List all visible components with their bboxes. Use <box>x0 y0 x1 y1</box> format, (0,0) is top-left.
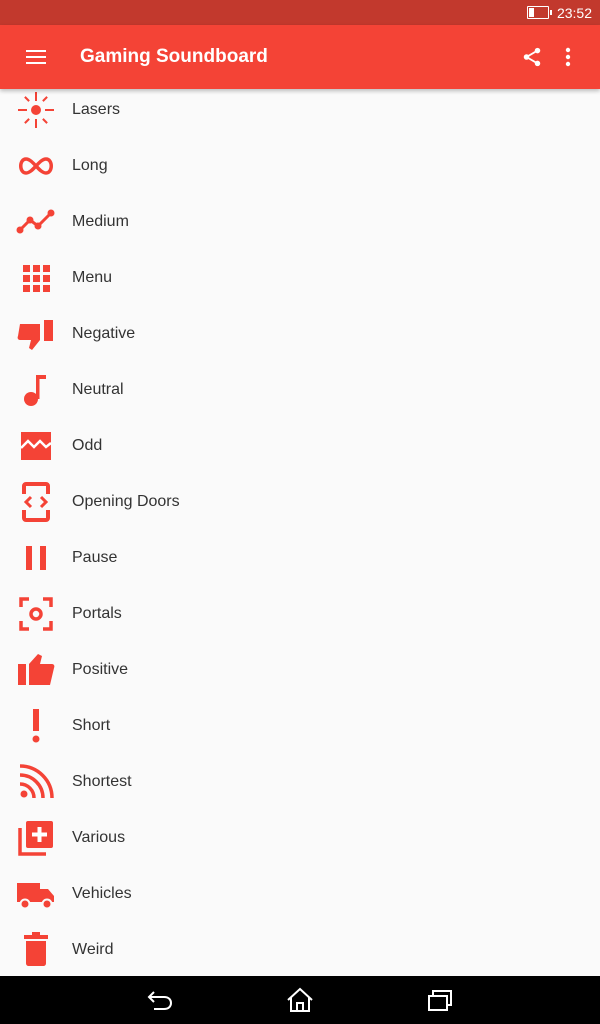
more-vert-icon <box>565 47 571 67</box>
share-button[interactable] <box>514 25 550 89</box>
list-item-label: Odd <box>72 437 103 454</box>
menu-button[interactable] <box>0 25 72 89</box>
library-add-icon <box>18 821 53 856</box>
list-item[interactable]: Opening Doors <box>0 474 600 530</box>
status-time: 23:52 <box>556 4 592 21</box>
list-item-label: Opening Doors <box>72 493 180 510</box>
list-item[interactable]: Odd <box>0 418 600 474</box>
broken-image-icon <box>20 432 52 460</box>
priority-high-icon <box>32 709 40 743</box>
share-icon <box>523 47 541 67</box>
battery-icon <box>526 6 552 19</box>
menu-icon <box>26 50 46 64</box>
list-item[interactable]: Portals <box>0 586 600 642</box>
system-navigation-bar <box>0 976 600 1024</box>
list-item[interactable]: Positive <box>0 642 600 698</box>
list-item[interactable]: Vehicles <box>0 866 600 922</box>
app-bar: Gaming Soundboard <box>0 25 600 89</box>
sound-category-list: Lasers Long Medium Menu Negative Neutral… <box>0 82 600 976</box>
flare-icon <box>18 92 54 128</box>
delete-icon <box>24 932 48 966</box>
timeline-icon <box>16 209 55 234</box>
back-button[interactable] <box>140 980 180 1020</box>
recents-button[interactable] <box>420 980 460 1020</box>
settings-ethernet-icon <box>18 482 54 522</box>
app-title: Gaming Soundboard <box>80 46 268 67</box>
list-item[interactable]: Various <box>0 810 600 866</box>
home-icon <box>287 987 313 1012</box>
recents-icon <box>428 990 452 1011</box>
list-item-label: Weird <box>72 941 114 958</box>
rss-feed-icon <box>19 764 54 799</box>
apps-icon <box>23 265 50 292</box>
all-inclusive-icon <box>19 157 53 175</box>
list-item[interactable]: Weird <box>0 922 600 976</box>
list-item-label: Vehicles <box>72 885 132 902</box>
music-note-icon <box>24 375 46 406</box>
list-item-label: Menu <box>72 269 113 286</box>
back-icon <box>147 991 173 1010</box>
list-item-label: Lasers <box>72 101 121 118</box>
center-focus-icon <box>19 597 53 631</box>
list-item[interactable]: Lasers <box>0 82 600 138</box>
list-item-label: Negative <box>72 325 136 342</box>
thumb-up-icon <box>18 654 55 685</box>
list-item[interactable]: Menu <box>0 250 600 306</box>
list-item[interactable]: Neutral <box>0 362 600 418</box>
list-item-label: Pause <box>72 549 118 566</box>
local-shipping-icon <box>17 883 54 910</box>
list-item[interactable]: Shortest <box>0 754 600 810</box>
list-item-label: Medium <box>72 213 129 230</box>
list-item-label: Positive <box>72 661 129 678</box>
list-item[interactable]: Medium <box>0 194 600 250</box>
list-item-label: Various <box>72 829 126 846</box>
list-item-label: Portals <box>72 605 122 622</box>
pause-icon <box>26 546 46 570</box>
thumb-down-icon <box>17 320 53 350</box>
list-item[interactable]: Negative <box>0 306 600 362</box>
list-item[interactable]: Pause <box>0 530 600 586</box>
list-item-label: Short <box>72 717 111 734</box>
status-bar: 23:52 <box>0 0 600 25</box>
list-item-label: Long <box>72 157 108 174</box>
home-button[interactable] <box>280 980 320 1020</box>
list-item-label: Neutral <box>72 381 124 398</box>
list-item[interactable]: Long <box>0 138 600 194</box>
list-item-label: Shortest <box>72 773 132 790</box>
more-options-button[interactable] <box>550 25 586 89</box>
list-item[interactable]: Short <box>0 698 600 754</box>
